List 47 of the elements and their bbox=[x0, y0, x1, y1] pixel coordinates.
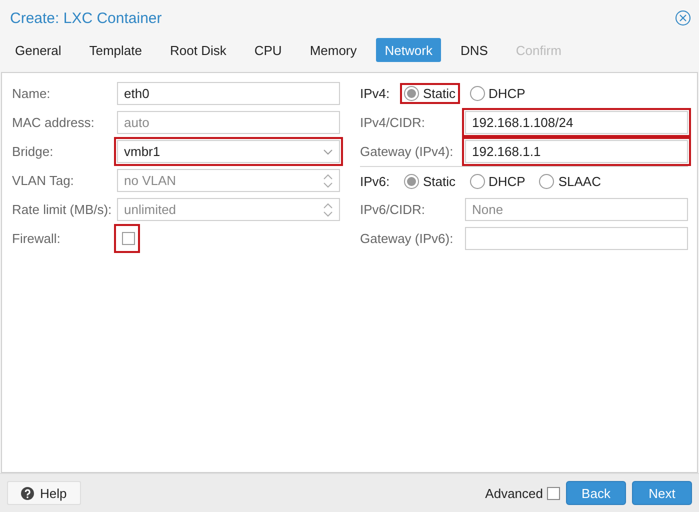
wizard-tab[interactable]: Template bbox=[80, 38, 151, 62]
text-field[interactable] bbox=[465, 227, 688, 250]
radio-button[interactable] bbox=[404, 86, 419, 101]
radio-button[interactable] bbox=[539, 174, 554, 188]
field-label: Name: bbox=[12, 86, 52, 101]
wizard-tab[interactable]: General bbox=[6, 38, 70, 62]
spinner-arrows-icon[interactable] bbox=[323, 174, 333, 188]
field-label: VLAN Tag: bbox=[12, 173, 75, 188]
help-button[interactable]: Help bbox=[7, 481, 81, 505]
radio-option[interactable]: SLAAC bbox=[535, 170, 605, 192]
firewall-checkbox[interactable] bbox=[122, 232, 135, 245]
wizard-tab[interactable]: Memory bbox=[300, 38, 366, 62]
wizard-tab[interactable]: CPU bbox=[245, 38, 291, 62]
radio-option[interactable]: Static bbox=[400, 83, 460, 104]
field-label: Gateway (IPv6): bbox=[360, 231, 454, 246]
field-label: IPv6/CIDR: bbox=[360, 202, 426, 217]
field-label: IPv6: bbox=[360, 174, 391, 188]
field-label: Rate limit (MB/s): bbox=[12, 202, 113, 217]
radio-option[interactable]: Static bbox=[400, 170, 460, 192]
text-field[interactable]: None bbox=[465, 198, 688, 221]
help-icon bbox=[21, 486, 34, 500]
radio-button[interactable] bbox=[470, 174, 485, 188]
advanced-label: Advanced bbox=[485, 486, 543, 500]
advanced-checkbox[interactable] bbox=[547, 486, 560, 500]
radio-option[interactable]: DHCP bbox=[466, 170, 530, 192]
number-field[interactable]: no VLAN bbox=[117, 169, 340, 192]
text-field[interactable]: eth0 bbox=[117, 82, 340, 105]
spinner-arrows-icon[interactable] bbox=[323, 202, 333, 216]
radio-option[interactable]: DHCP bbox=[466, 83, 530, 104]
radio-button[interactable] bbox=[404, 174, 419, 188]
dialog-title: Create: LXC Container bbox=[10, 10, 162, 26]
text-field[interactable]: 192.168.1.108/24 bbox=[465, 111, 688, 134]
bridge-dropdown[interactable]: vmbr1 bbox=[117, 140, 340, 163]
text-field[interactable]: 192.168.1.1 bbox=[465, 140, 688, 163]
number-field[interactable]: unlimited bbox=[117, 198, 340, 221]
field-label: Bridge: bbox=[12, 144, 54, 159]
field-label: MAC address: bbox=[12, 115, 96, 130]
field-label: Firewall: bbox=[12, 231, 62, 246]
wizard-tab[interactable]: Root Disk bbox=[161, 38, 236, 62]
radio-button[interactable] bbox=[470, 86, 485, 101]
field-label: Gateway (IPv4): bbox=[360, 144, 454, 159]
text-field[interactable]: auto bbox=[117, 111, 340, 134]
chevron-down-icon bbox=[323, 148, 333, 154]
field-label: IPv4/CIDR: bbox=[360, 115, 426, 130]
field-label: IPv4: bbox=[360, 86, 391, 101]
wizard-tab[interactable]: DNS bbox=[451, 38, 497, 62]
close-icon[interactable] bbox=[675, 10, 691, 26]
